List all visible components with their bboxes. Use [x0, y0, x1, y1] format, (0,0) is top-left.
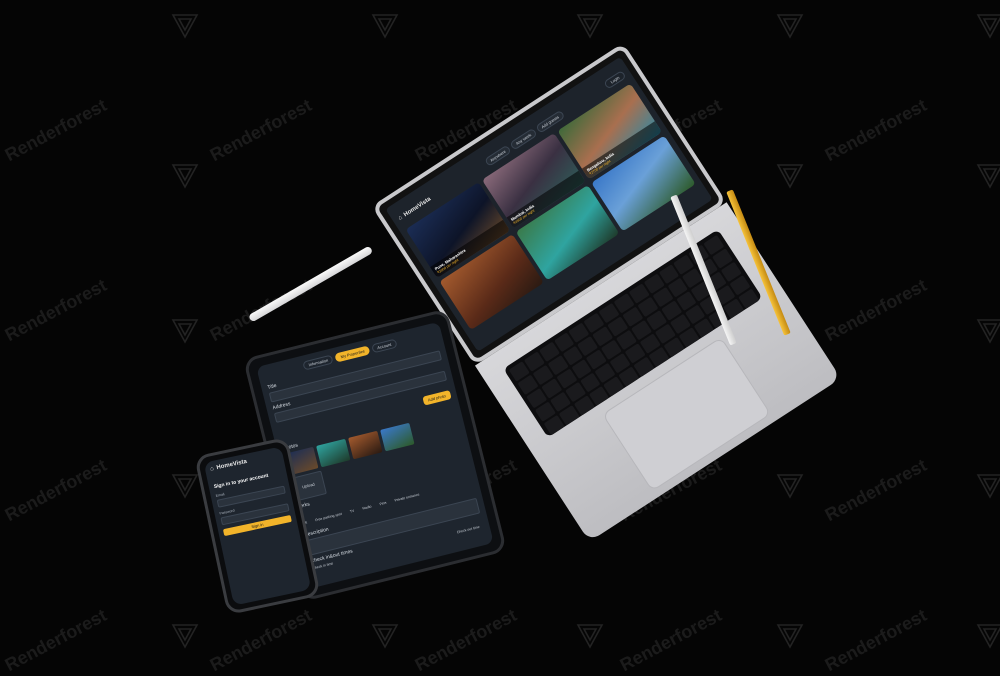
- phone-brand: ⌂ HomeVista: [209, 452, 279, 473]
- home-icon: ⌂: [397, 214, 404, 222]
- login-button[interactable]: Login: [603, 69, 627, 90]
- stylus-pen: [248, 245, 374, 323]
- perk-pets[interactable]: Pets: [379, 501, 387, 507]
- perk-radio[interactable]: Radio: [362, 504, 372, 510]
- photo-thumb[interactable]: [348, 430, 383, 460]
- perk-tv[interactable]: TV: [349, 509, 354, 514]
- upload-label: Upload: [301, 481, 316, 490]
- perk-parking[interactable]: Free parking spot: [315, 512, 342, 522]
- photo-thumb[interactable]: [316, 438, 351, 468]
- photo-thumb[interactable]: [380, 422, 415, 452]
- home-icon: ⌂: [209, 465, 215, 473]
- tab-account[interactable]: Account: [371, 338, 398, 354]
- tab-information[interactable]: Information: [302, 354, 335, 371]
- phone-brand-name: HomeVista: [216, 458, 248, 472]
- device-mockup-scene: ⌂ HomeVista Anywhere Any week Add guests…: [0, 0, 1000, 668]
- perk-private-entrance[interactable]: Private entrance: [394, 492, 420, 502]
- add-photo-button[interactable]: Add photo: [422, 390, 452, 406]
